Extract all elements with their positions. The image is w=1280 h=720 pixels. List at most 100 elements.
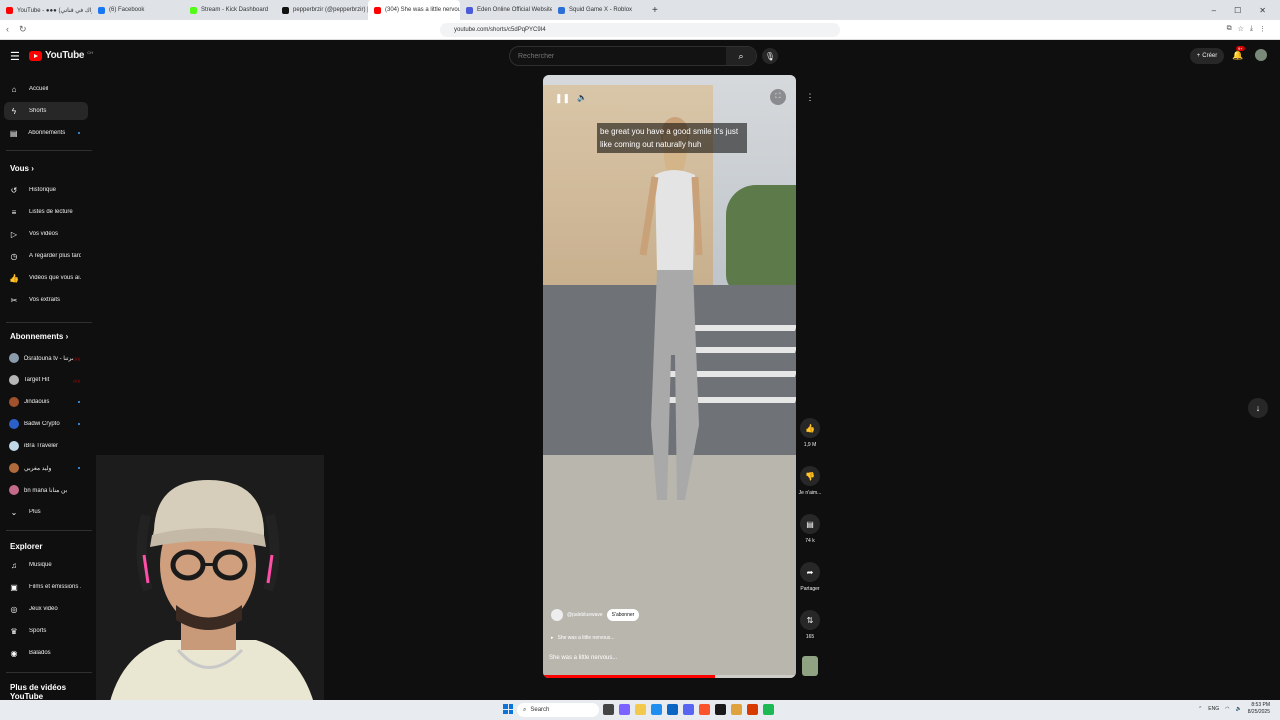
reload-icon[interactable]: ↻	[19, 24, 27, 35]
sidebar-explore-item[interactable]: ♛ Sports	[4, 622, 88, 640]
obs-icon[interactable]	[715, 704, 726, 715]
bookmark-icon[interactable]: ☆	[1238, 25, 1244, 33]
sidebar-you-item[interactable]: ✂ Vos extraits	[4, 291, 88, 309]
channel-avatar[interactable]	[551, 609, 563, 621]
browser-tab[interactable]: pepperbrzir (@pepperbrzir) | TikTok	[276, 0, 368, 20]
browser-tab[interactable]: (6) Facebook	[92, 0, 184, 20]
short-video-player[interactable]: be great you have a good smile it's just…	[543, 75, 796, 678]
voice-search-button[interactable]: 🎙	[762, 48, 778, 64]
youtube-logo[interactable]: YouTube CH	[29, 50, 93, 61]
brave-icon[interactable]	[699, 704, 710, 715]
taskview-icon[interactable]	[603, 704, 614, 715]
back-icon[interactable]: ‹	[6, 24, 9, 35]
sidebar-you-item[interactable]: ↺ Historique	[4, 181, 88, 199]
browser-tab[interactable]: Eden Online Official Website | Captcha	[460, 0, 552, 20]
sidebar-subscription-item[interactable]: Target Hit ((•))	[4, 371, 88, 389]
spotify-icon[interactable]	[763, 704, 774, 715]
sidebar-item-2[interactable]: ▤ Abonnements	[4, 124, 88, 142]
maximize-button[interactable]: ☐	[1234, 6, 1241, 15]
sidebar-subscription-item[interactable]: bn mana بن منانا	[4, 481, 88, 499]
clock[interactable]: 8:53 PM 8/25/2025	[1248, 702, 1270, 716]
close-window-button[interactable]: ✕	[1259, 6, 1266, 15]
hamburger-menu-icon[interactable]: ☰	[10, 50, 20, 63]
downloads-icon[interactable]: ⤓	[1250, 25, 1253, 33]
sidebar-you-item[interactable]: ◷ À regarder plus tard	[4, 247, 88, 265]
taskbar-search[interactable]: ⌕ Search	[517, 703, 599, 717]
sound-thumbnail[interactable]	[802, 656, 818, 676]
remix-button[interactable]: ⇅ 165	[798, 610, 822, 640]
sidebar-subscription-item[interactable]: iBra Traveler	[4, 437, 88, 455]
sidebar-item-label: Films et émissions ...	[29, 584, 81, 590]
channel-name[interactable]: @palebluewave	[567, 612, 603, 618]
app-icon[interactable]	[747, 704, 758, 715]
sidebar-explore-item[interactable]: ◎ Jeux vidéo	[4, 600, 88, 618]
chevron-up-icon[interactable]: ⌃	[1198, 706, 1202, 712]
sidebar-you-item[interactable]: ▷ Vos vidéos	[4, 225, 88, 243]
sidebar-subscription-item[interactable]: Badwi Crypto	[4, 415, 88, 433]
sidebar-item-1[interactable]: ϟ Shorts	[4, 102, 88, 120]
sidebar-subscription-item[interactable]: وليد مغربي	[4, 459, 88, 477]
divider	[6, 672, 92, 673]
next-short-button[interactable]: ↓	[1248, 398, 1268, 418]
menu-icon[interactable]: ⋮	[1259, 25, 1266, 33]
app-icon[interactable]	[731, 704, 742, 715]
extension-icon[interactable]: ⧉	[1227, 25, 1232, 33]
subscriptions-heading[interactable]: Abonnements ›	[10, 332, 68, 341]
browser-tab[interactable]: YouTube - ●●● (إشتراك في قناتي)	[0, 0, 92, 20]
sidebar-subscription-item[interactable]: Jindaouis	[4, 393, 88, 411]
watch-later-icon: ◷	[10, 251, 18, 261]
system-tray: ⌃ ENG ◠ 🔈 8:53 PM 8/25/2025	[1198, 702, 1270, 716]
you-heading[interactable]: Vous ›	[10, 164, 34, 173]
new-content-dot	[78, 401, 80, 403]
sidebar-item-label: Balados	[29, 650, 51, 656]
sidebar-explore-item[interactable]: ▣ Films et émissions ...	[4, 578, 88, 596]
minimize-button[interactable]: –	[1212, 6, 1216, 15]
copilot-icon[interactable]	[619, 704, 630, 715]
subscribe-button[interactable]: S'abonner	[606, 609, 640, 621]
sidebar-explore-item[interactable]: ♫ Musique	[4, 556, 88, 574]
tray-lang[interactable]: ENG	[1208, 706, 1219, 712]
like-button[interactable]: 👍 1,9 M	[798, 418, 822, 448]
sidebar-subscription-item[interactable]: Osratouna tv - ‏أسرتنا((•))	[4, 349, 88, 367]
url-field[interactable]: youtube.com/shorts/c5dPqPYC9I4	[440, 23, 840, 37]
volume-icon[interactable]: 🔈	[1236, 706, 1242, 712]
share-button[interactable]: ➦ Partager	[798, 562, 822, 592]
sidebar-explore-item[interactable]: ◉ Balados	[4, 644, 88, 662]
dislike-button[interactable]: 👎 Je n'aim...	[798, 466, 822, 496]
sidebar-more-button[interactable]: ⌄ Plus	[4, 503, 88, 521]
create-button[interactable]: + Créer	[1190, 48, 1224, 64]
edge-icon[interactable]	[651, 704, 662, 715]
windows-start-icon[interactable]	[503, 704, 513, 714]
browser-tab[interactable]: Squid Game X - Roblox	[552, 0, 644, 20]
search-input[interactable]	[510, 52, 725, 60]
fullscreen-icon[interactable]: ⛶	[770, 89, 786, 105]
sidebar-item-label: Accueil	[29, 86, 49, 92]
progress-bar[interactable]	[543, 675, 796, 678]
short-description[interactable]: ▸ She was a little nervous...	[551, 635, 615, 641]
like-count: 1,9 M	[803, 442, 817, 448]
create-label: Créer	[1202, 53, 1218, 59]
arrow-down-icon: ↓	[1255, 403, 1261, 413]
browser-tab[interactable]: (304) She was a little nervous...✕	[368, 0, 460, 20]
pause-icon[interactable]: ❚❚	[555, 93, 570, 104]
store-icon[interactable]	[667, 704, 678, 715]
more-options-icon[interactable]: ⋮	[801, 88, 819, 106]
volume-icon[interactable]: 🔈	[577, 93, 587, 102]
account-avatar[interactable]	[1255, 49, 1267, 61]
expand-icon: ▸	[551, 635, 554, 641]
logo-country: CH	[87, 50, 93, 55]
sidebar-item-0[interactable]: ⌂ Accueil	[4, 80, 88, 98]
wifi-icon[interactable]: ◠	[1225, 706, 1229, 712]
sidebar-item-label: Osratouna tv - ‏أسرتنا	[23, 355, 74, 362]
notifications-button[interactable]: 🔔 9+	[1232, 46, 1245, 61]
podcast-icon: ◉	[10, 648, 18, 658]
search-button[interactable]: ⌕	[726, 47, 756, 65]
file-explorer-icon[interactable]	[635, 704, 646, 715]
sidebar-you-item[interactable]: ≡ Listes de lecture	[4, 203, 88, 221]
new-tab-button[interactable]: +	[644, 5, 666, 16]
sidebar-you-item[interactable]: 👍 Vidéos que vous ai...	[4, 269, 88, 287]
channel-avatar	[9, 441, 19, 451]
browser-tab[interactable]: Stream - Kick Dashboard	[184, 0, 276, 20]
comments-button[interactable]: ▤ 74 k	[798, 514, 822, 544]
discord-icon[interactable]	[683, 704, 694, 715]
